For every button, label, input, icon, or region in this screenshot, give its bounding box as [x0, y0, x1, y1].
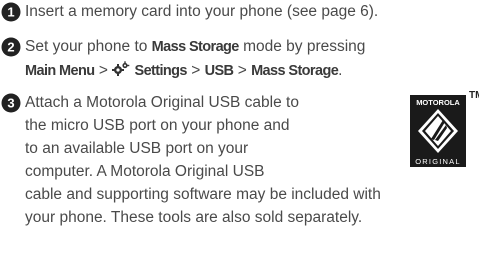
- settings-gear-icon: [112, 61, 130, 77]
- mass-storage-term: Mass Storage: [151, 39, 240, 55]
- step-2-line-1: Set your phone to Mass Storage mode by p…: [25, 38, 366, 55]
- svg-text:MOTOROLA: MOTOROLA: [416, 98, 460, 107]
- trademark-mark: TM: [469, 90, 479, 101]
- step-1-text: Insert a memory card into your phone (se…: [25, 3, 379, 20]
- settings-menu-item: Settings: [134, 63, 188, 79]
- step-3-line-5: cable and supporting software may be inc…: [25, 186, 381, 203]
- step-3-line-6: your phone. These tools are also sold se…: [25, 209, 363, 226]
- svg-text:2: 2: [7, 40, 14, 55]
- motorola-original-logo: MOTOROLA ORIGINAL: [410, 95, 466, 167]
- svg-text:1: 1: [7, 5, 14, 20]
- step-3-line-4: computer. A Motorola Original USB: [25, 163, 265, 180]
- svg-text:ORIGINAL: ORIGINAL: [415, 157, 460, 166]
- step-2-text: Set your phone to Mass Storage mode by p…: [25, 35, 479, 83]
- mass-storage-menu-item: Mass Storage: [251, 63, 339, 79]
- step-3-line-1: Attach a Motorola Original USB cable to: [25, 94, 299, 111]
- step-3-line-3: to an available USB port on your: [25, 140, 249, 157]
- step-number-1-icon: 1: [1, 2, 21, 22]
- step-2-line-2: Main Menu > Settings > USB > Mass Storag…: [25, 61, 343, 79]
- step-number-2-icon: 2: [1, 37, 21, 57]
- step-3-line-2: the micro USB port on your phone and: [25, 117, 290, 134]
- svg-text:3: 3: [7, 96, 14, 111]
- main-menu-key: Main Menu: [25, 63, 95, 79]
- step-number-3-icon: 3: [1, 93, 21, 113]
- usb-menu-item: USB: [204, 63, 234, 79]
